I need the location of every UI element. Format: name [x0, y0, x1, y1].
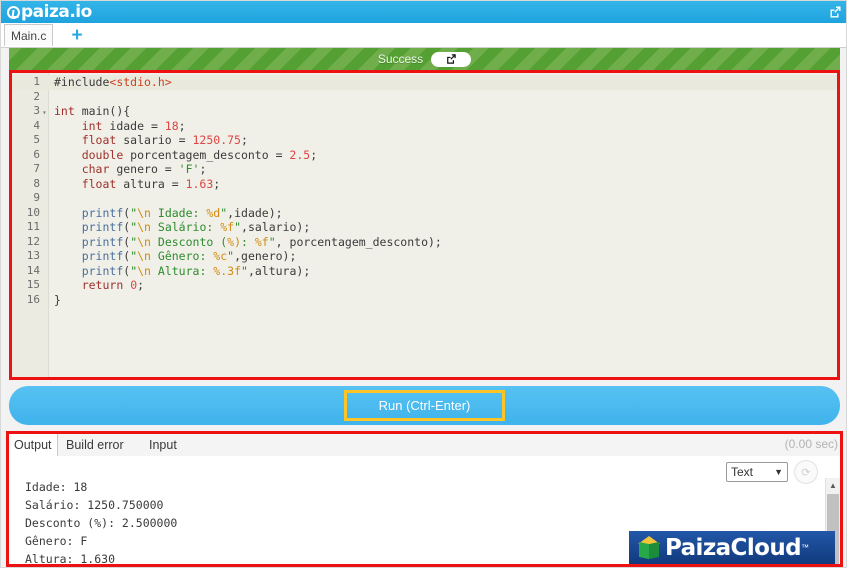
paiza-io-window: paiza.io Main.c + Success 1 #include<std… [0, 0, 847, 568]
code-line: 6 double porcentagem_desconto = 2.5; [12, 148, 837, 163]
paiza-logo[interactable]: paiza.io [7, 2, 92, 22]
paiza-circle-logo-icon [7, 5, 20, 19]
code-line-text: float altura = 1.63; [81, 176, 221, 191]
plus-icon: + [71, 24, 83, 46]
code-line: 14 printf("\n Altura: %.3f",altura); [12, 264, 837, 279]
line-number: 12 [26, 234, 40, 248]
trademark-mark: ™ [800, 543, 809, 552]
code-line: 7 char genero = 'F'; [12, 162, 837, 177]
tab-input-label: Input [149, 438, 177, 452]
code-content[interactable]: 1 #include<stdio.h> 2 3 ▾ int main(){4 int id… [12, 73, 837, 377]
code-line: 5 float salario = 1250.75; [12, 133, 837, 148]
external-link-icon [447, 54, 456, 64]
code-line: 12 printf("\n Desconto (%): %f", porcent… [12, 235, 837, 250]
code-line: 15 return 0; [12, 278, 837, 293]
status-share-button[interactable] [431, 51, 472, 67]
line-number: 9 [33, 191, 40, 204]
tab-output[interactable]: Output [9, 434, 58, 456]
external-link-icon [830, 6, 841, 18]
line-number: 3 [33, 104, 40, 117]
code-line-text: int main(){ [54, 104, 131, 118]
file-tabstrip: Main.c + [1, 23, 846, 48]
output-format-value: Text [731, 465, 754, 479]
code-line-text: printf("\n Desconto (%): %f", porcentage… [81, 234, 442, 249]
output-tabs: Output Build error Input (0.00 sec) [9, 434, 840, 457]
file-tab-label: Main.c [11, 28, 47, 43]
output-controls: Text ▼ ⟳ [726, 460, 818, 484]
code-line-text: return 0; [81, 278, 145, 292]
tab-build-error[interactable]: Build error [61, 434, 129, 456]
code-line: 13 printf("\n Gênero: %c",genero); [12, 249, 837, 264]
output-text: Idade: 18 Salário: 1250.750000 Desconto … [25, 479, 178, 565]
line-number: 6 [33, 147, 40, 161]
code-line-text: int idade = 18; [81, 118, 186, 133]
status-label: Success [377, 52, 424, 66]
code-line: 1 #include<stdio.h> [12, 75, 837, 90]
add-file-button[interactable]: + [67, 24, 87, 46]
code-line: 3 ▾ int main(){ [12, 104, 837, 119]
open-external-button[interactable] [826, 3, 844, 21]
code-line-text: } [54, 292, 61, 307]
line-number: 2 [33, 89, 40, 103]
line-number: 14 [26, 263, 40, 277]
code-line-text: #include<stdio.h> [54, 75, 172, 89]
tab-output-label: Output [14, 438, 52, 452]
execution-time-label: (0.00 sec) [784, 437, 838, 451]
code-editor[interactable]: 1 #include<stdio.h> 2 3 ▾ int main(){4 int id… [12, 73, 837, 377]
tab-input[interactable]: Input [144, 434, 182, 456]
code-line: 2 [12, 90, 837, 105]
code-editor-highlight: 1 #include<stdio.h> 2 3 ▾ int main(){4 int id… [9, 70, 840, 380]
output-refresh-button[interactable]: ⟳ [794, 460, 818, 484]
file-tab-main-c[interactable]: Main.c [4, 24, 54, 46]
run-button[interactable]: Run (Ctrl-Enter) [9, 386, 840, 425]
line-number: 8 [33, 176, 40, 190]
code-line-text: printf("\n Idade: %d",idade); [81, 205, 283, 220]
code-line-text: char genero = 'F'; [81, 162, 207, 176]
line-number: 11 [26, 220, 40, 233]
line-number: 15 [26, 278, 40, 291]
line-number: 5 [33, 133, 40, 146]
output-format-select[interactable]: Text ▼ [726, 462, 788, 482]
code-line: 9 [12, 191, 837, 206]
paizacloud-label: PaizaCloud [665, 534, 802, 561]
line-number: 7 [33, 162, 40, 175]
chevron-down-icon: ▼ [774, 467, 783, 477]
code-line-text: double porcentagem_desconto = 2.5; [81, 147, 318, 162]
run-status-bar: Success [9, 48, 840, 70]
line-number: 16 [26, 292, 40, 306]
code-line: 8 float altura = 1.63; [12, 177, 837, 192]
code-line: 16} [12, 293, 837, 308]
line-number: 13 [26, 249, 40, 262]
run-button-label: Run (Ctrl-Enter) [343, 390, 506, 421]
code-line: 10 printf("\n Idade: %d",idade); [12, 206, 837, 221]
tab-build-error-label: Build error [66, 438, 124, 452]
code-line-text: float salario = 1250.75; [81, 133, 248, 147]
code-line: 4 int idade = 18; [12, 119, 837, 134]
line-number: 1 [33, 75, 40, 88]
refresh-icon: ⟳ [801, 466, 811, 479]
line-number: 4 [33, 118, 40, 132]
code-line-text: printf("\n Altura: %.3f",altura); [81, 263, 311, 278]
cube-icon [638, 535, 660, 560]
code-line-text: printf("\n Salário: %f",salario); [81, 220, 311, 234]
brand-label: paiza.io [21, 2, 92, 22]
paizacloud-watermark: PaizaCloud ™ [629, 531, 835, 564]
code-line-text: printf("\n Gênero: %c",genero); [81, 249, 297, 263]
line-number: 10 [26, 205, 40, 219]
app-header: paiza.io [1, 1, 846, 23]
scroll-up-button[interactable]: ▲ [826, 478, 840, 492]
code-line: 11 printf("\n Salário: %f",salario); [12, 220, 837, 235]
